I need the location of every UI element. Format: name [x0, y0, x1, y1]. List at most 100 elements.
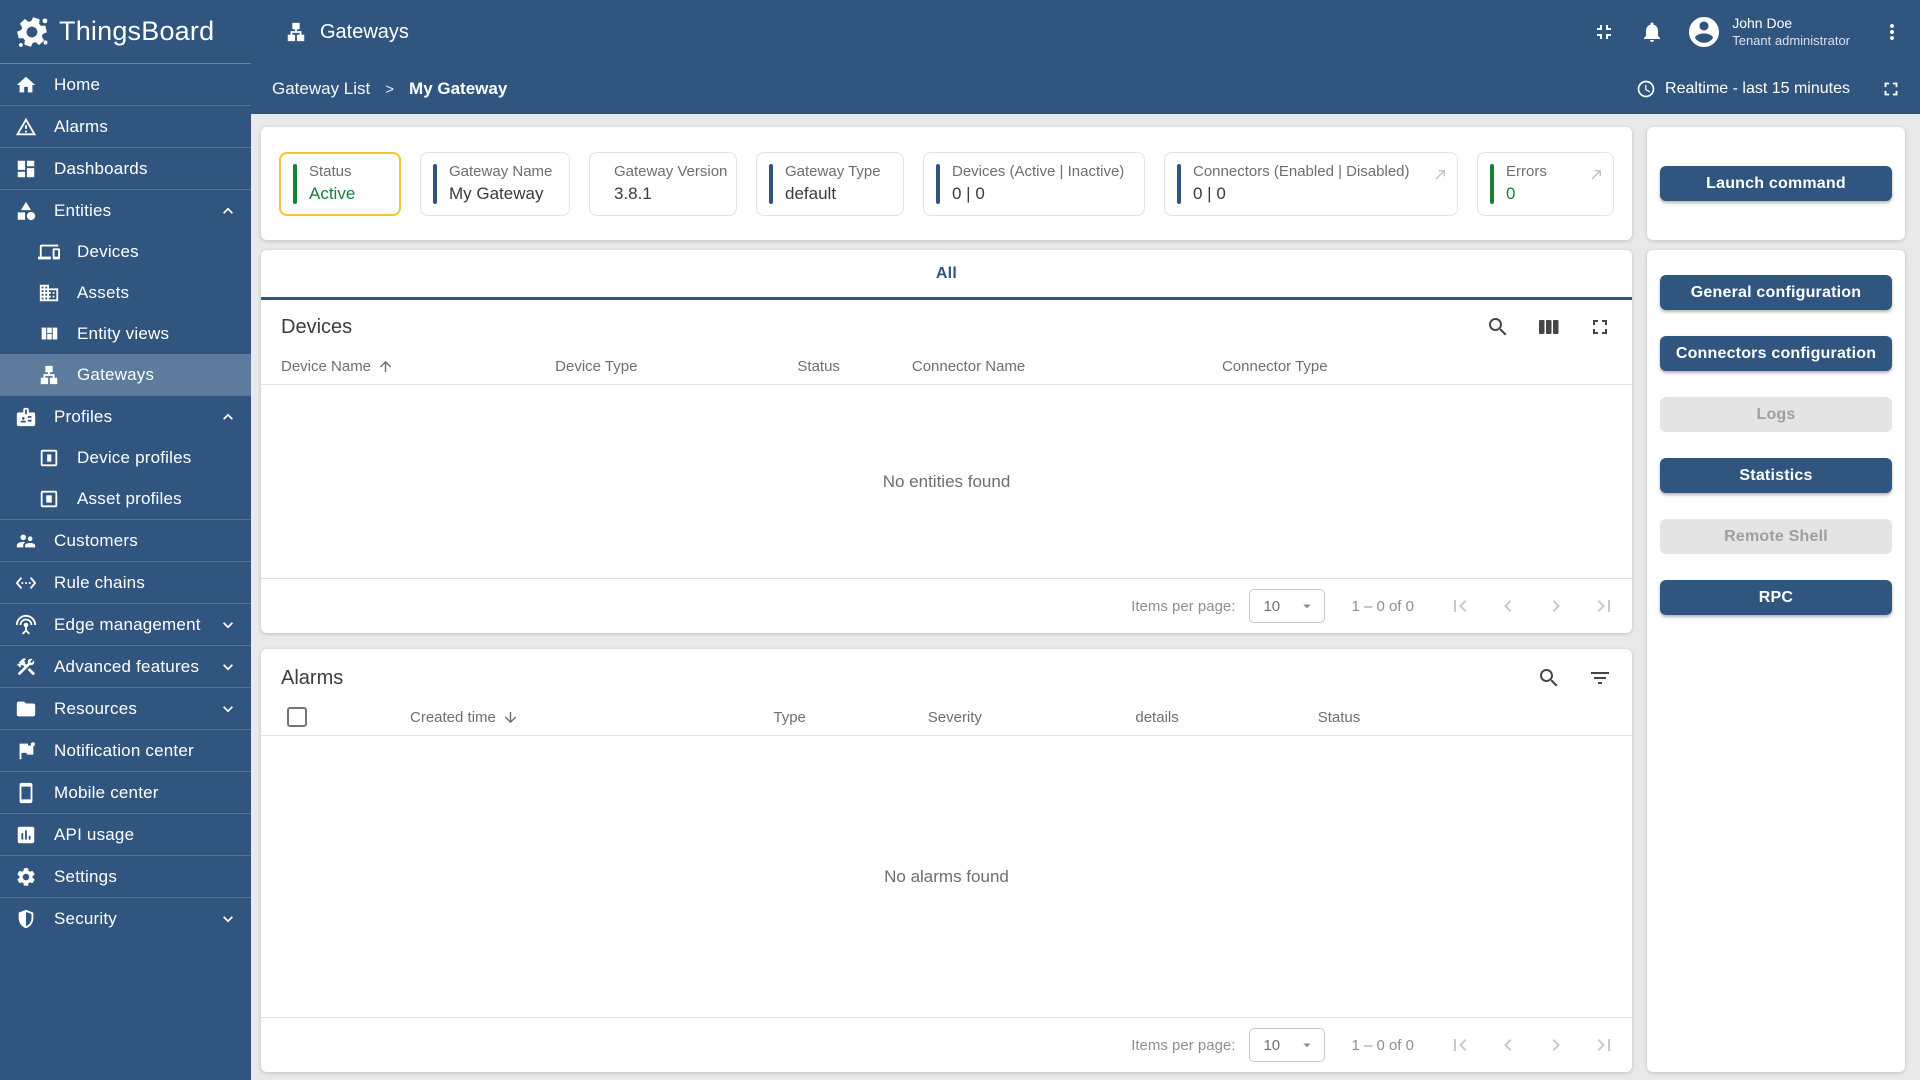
first-page-button[interactable]: [1448, 1033, 1472, 1057]
sidebar-item-devices[interactable]: Devices: [0, 231, 251, 272]
notifications-bell-icon[interactable]: [1640, 20, 1664, 44]
filter-icon[interactable]: [1588, 666, 1612, 690]
select-all-checkbox[interactable]: [287, 707, 307, 727]
sidebar-item-mobile-center[interactable]: Mobile center: [0, 772, 251, 813]
sidebar-item-entities[interactable]: Entities: [0, 190, 251, 231]
status-card-value: 0 | 0: [1193, 184, 1226, 203]
home-icon: [15, 74, 37, 96]
sidebar-item-resources[interactable]: Resources: [0, 688, 251, 729]
sidebar-item-device-profiles[interactable]: Device profiles: [0, 437, 251, 478]
sidebar-item-home[interactable]: Home: [0, 64, 251, 105]
sidebar-item-label: Edge management: [54, 614, 201, 634]
sidebar-item-profiles[interactable]: Profiles: [0, 396, 251, 437]
building-icon: [38, 282, 60, 304]
user-info[interactable]: John Doe Tenant administrator: [1732, 15, 1850, 49]
devices-table-header: Device Name Device Type Status Connector…: [261, 348, 1632, 385]
next-page-button[interactable]: [1544, 594, 1568, 618]
general-configuration-button[interactable]: General configuration: [1660, 275, 1892, 310]
logo[interactable]: ThingsBoard: [0, 0, 251, 64]
alarms-empty-state: No alarms found: [884, 866, 1009, 886]
tab-bar: All: [261, 250, 1632, 300]
last-page-button[interactable]: [1592, 1033, 1616, 1057]
dropdown-caret-icon: [1298, 597, 1316, 615]
search-icon[interactable]: [1486, 315, 1510, 339]
open-link-arrow-icon[interactable]: [1433, 167, 1448, 182]
sidebar-item-label: Home: [54, 74, 101, 94]
sidebar-item-label: Resources: [54, 698, 138, 718]
sidebar-item-rule-chains[interactable]: Rule chains: [0, 562, 251, 603]
column-device-type[interactable]: Device Type: [555, 358, 797, 375]
sidebar-item-customers[interactable]: Customers: [0, 520, 251, 561]
status-card-gateway-type[interactable]: Gateway Type default: [756, 151, 904, 216]
column-connector-name[interactable]: Connector Name: [912, 358, 1222, 375]
status-card-value: 0 | 0: [952, 184, 985, 203]
next-page-button[interactable]: [1544, 1033, 1568, 1057]
antenna-icon: [15, 614, 37, 636]
column-type[interactable]: Type: [773, 709, 927, 726]
sidebar-item-label: Alarms: [54, 116, 109, 136]
chart-icon: [15, 824, 37, 846]
columns-icon[interactable]: [1537, 315, 1561, 339]
sidebar-item-advanced-features[interactable]: Advanced features: [0, 646, 251, 687]
status-card-label: Gateway Name: [449, 163, 553, 180]
connectors-configuration-button[interactable]: Connectors configuration: [1660, 336, 1892, 371]
more-vert-icon[interactable]: [1880, 20, 1904, 44]
status-card-connectors[interactable]: Connectors (Enabled | Disabled) 0 | 0: [1164, 151, 1458, 216]
sidebar-item-gateways[interactable]: Gateways: [0, 354, 251, 395]
column-connector-type[interactable]: Connector Type: [1222, 358, 1612, 375]
sidebar-item-settings[interactable]: Settings: [0, 856, 251, 897]
column-device-name[interactable]: Device Name: [281, 358, 555, 375]
user-name: John Doe: [1732, 15, 1793, 32]
chevron-down-icon: [218, 657, 238, 677]
sidebar-item-label: Asset profiles: [77, 488, 182, 508]
open-link-arrow-icon[interactable]: [1589, 167, 1604, 182]
rpc-button[interactable]: RPC: [1660, 580, 1892, 615]
status-card-devices[interactable]: Devices (Active | Inactive) 0 | 0: [923, 151, 1145, 216]
statistics-button[interactable]: Statistics: [1660, 458, 1892, 493]
tab-all[interactable]: All: [936, 265, 957, 283]
breadcrumb-parent[interactable]: Gateway List: [272, 79, 370, 99]
page-size-select[interactable]: 10: [1249, 1028, 1326, 1062]
column-severity[interactable]: Severity: [928, 709, 1136, 726]
expand-fullscreen-icon[interactable]: [1588, 315, 1612, 339]
sidebar-item-alarms[interactable]: Alarms: [0, 106, 251, 147]
page-size-select[interactable]: 10: [1249, 589, 1326, 623]
timewindow-button[interactable]: Realtime - last 15 minutes: [1665, 80, 1850, 98]
status-card-gateway-name[interactable]: Gateway Name My Gateway: [420, 151, 570, 216]
sidebar-item-assets[interactable]: Assets: [0, 272, 251, 313]
sitemap-icon: [285, 21, 307, 43]
top-bar: Gateways John Doe Tenant administrator: [251, 0, 1920, 64]
remote-shell-button[interactable]: Remote Shell: [1660, 519, 1892, 554]
column-details[interactable]: details: [1135, 709, 1317, 726]
sidebar-item-notification-center[interactable]: Notification center: [0, 730, 251, 771]
collapse-icon[interactable]: [1592, 20, 1616, 44]
column-created-time[interactable]: Created time: [410, 709, 773, 726]
search-icon[interactable]: [1537, 666, 1561, 690]
avatar[interactable]: [1686, 14, 1722, 50]
sidebar-item-asset-profiles[interactable]: Asset profiles: [0, 478, 251, 519]
last-page-button[interactable]: [1592, 594, 1616, 618]
chevron-up-icon: [218, 201, 238, 221]
smartphone-icon: [15, 782, 37, 804]
prev-page-button[interactable]: [1496, 594, 1520, 618]
sidebar-item-edge-management[interactable]: Edge management: [0, 604, 251, 645]
sidebar-item-dashboards[interactable]: Dashboards: [0, 148, 251, 189]
sidebar-item-security[interactable]: Security: [0, 898, 251, 939]
device-profile-icon: [38, 447, 60, 469]
status-card-label: Errors: [1506, 163, 1547, 180]
status-card-status[interactable]: Status Active: [279, 151, 401, 216]
fullscreen-icon[interactable]: [1880, 78, 1902, 100]
status-card-errors[interactable]: Errors 0: [1477, 151, 1614, 216]
status-card-label: Gateway Version: [614, 163, 728, 180]
sidebar-item-entity-views[interactable]: Entity views: [0, 313, 251, 354]
page-range: 1 – 0 of 0: [1351, 597, 1414, 615]
launch-command-button[interactable]: Launch command: [1660, 166, 1892, 201]
prev-page-button[interactable]: [1496, 1033, 1520, 1057]
status-card-gateway-version[interactable]: Gateway Version 3.8.1: [589, 151, 737, 216]
sidebar-item-api-usage[interactable]: API usage: [0, 814, 251, 855]
logs-button[interactable]: Logs: [1660, 397, 1892, 432]
column-status[interactable]: Status: [797, 358, 911, 375]
sidebar-item-label: Security: [54, 908, 118, 928]
first-page-button[interactable]: [1448, 594, 1472, 618]
column-status[interactable]: Status: [1318, 709, 1612, 726]
